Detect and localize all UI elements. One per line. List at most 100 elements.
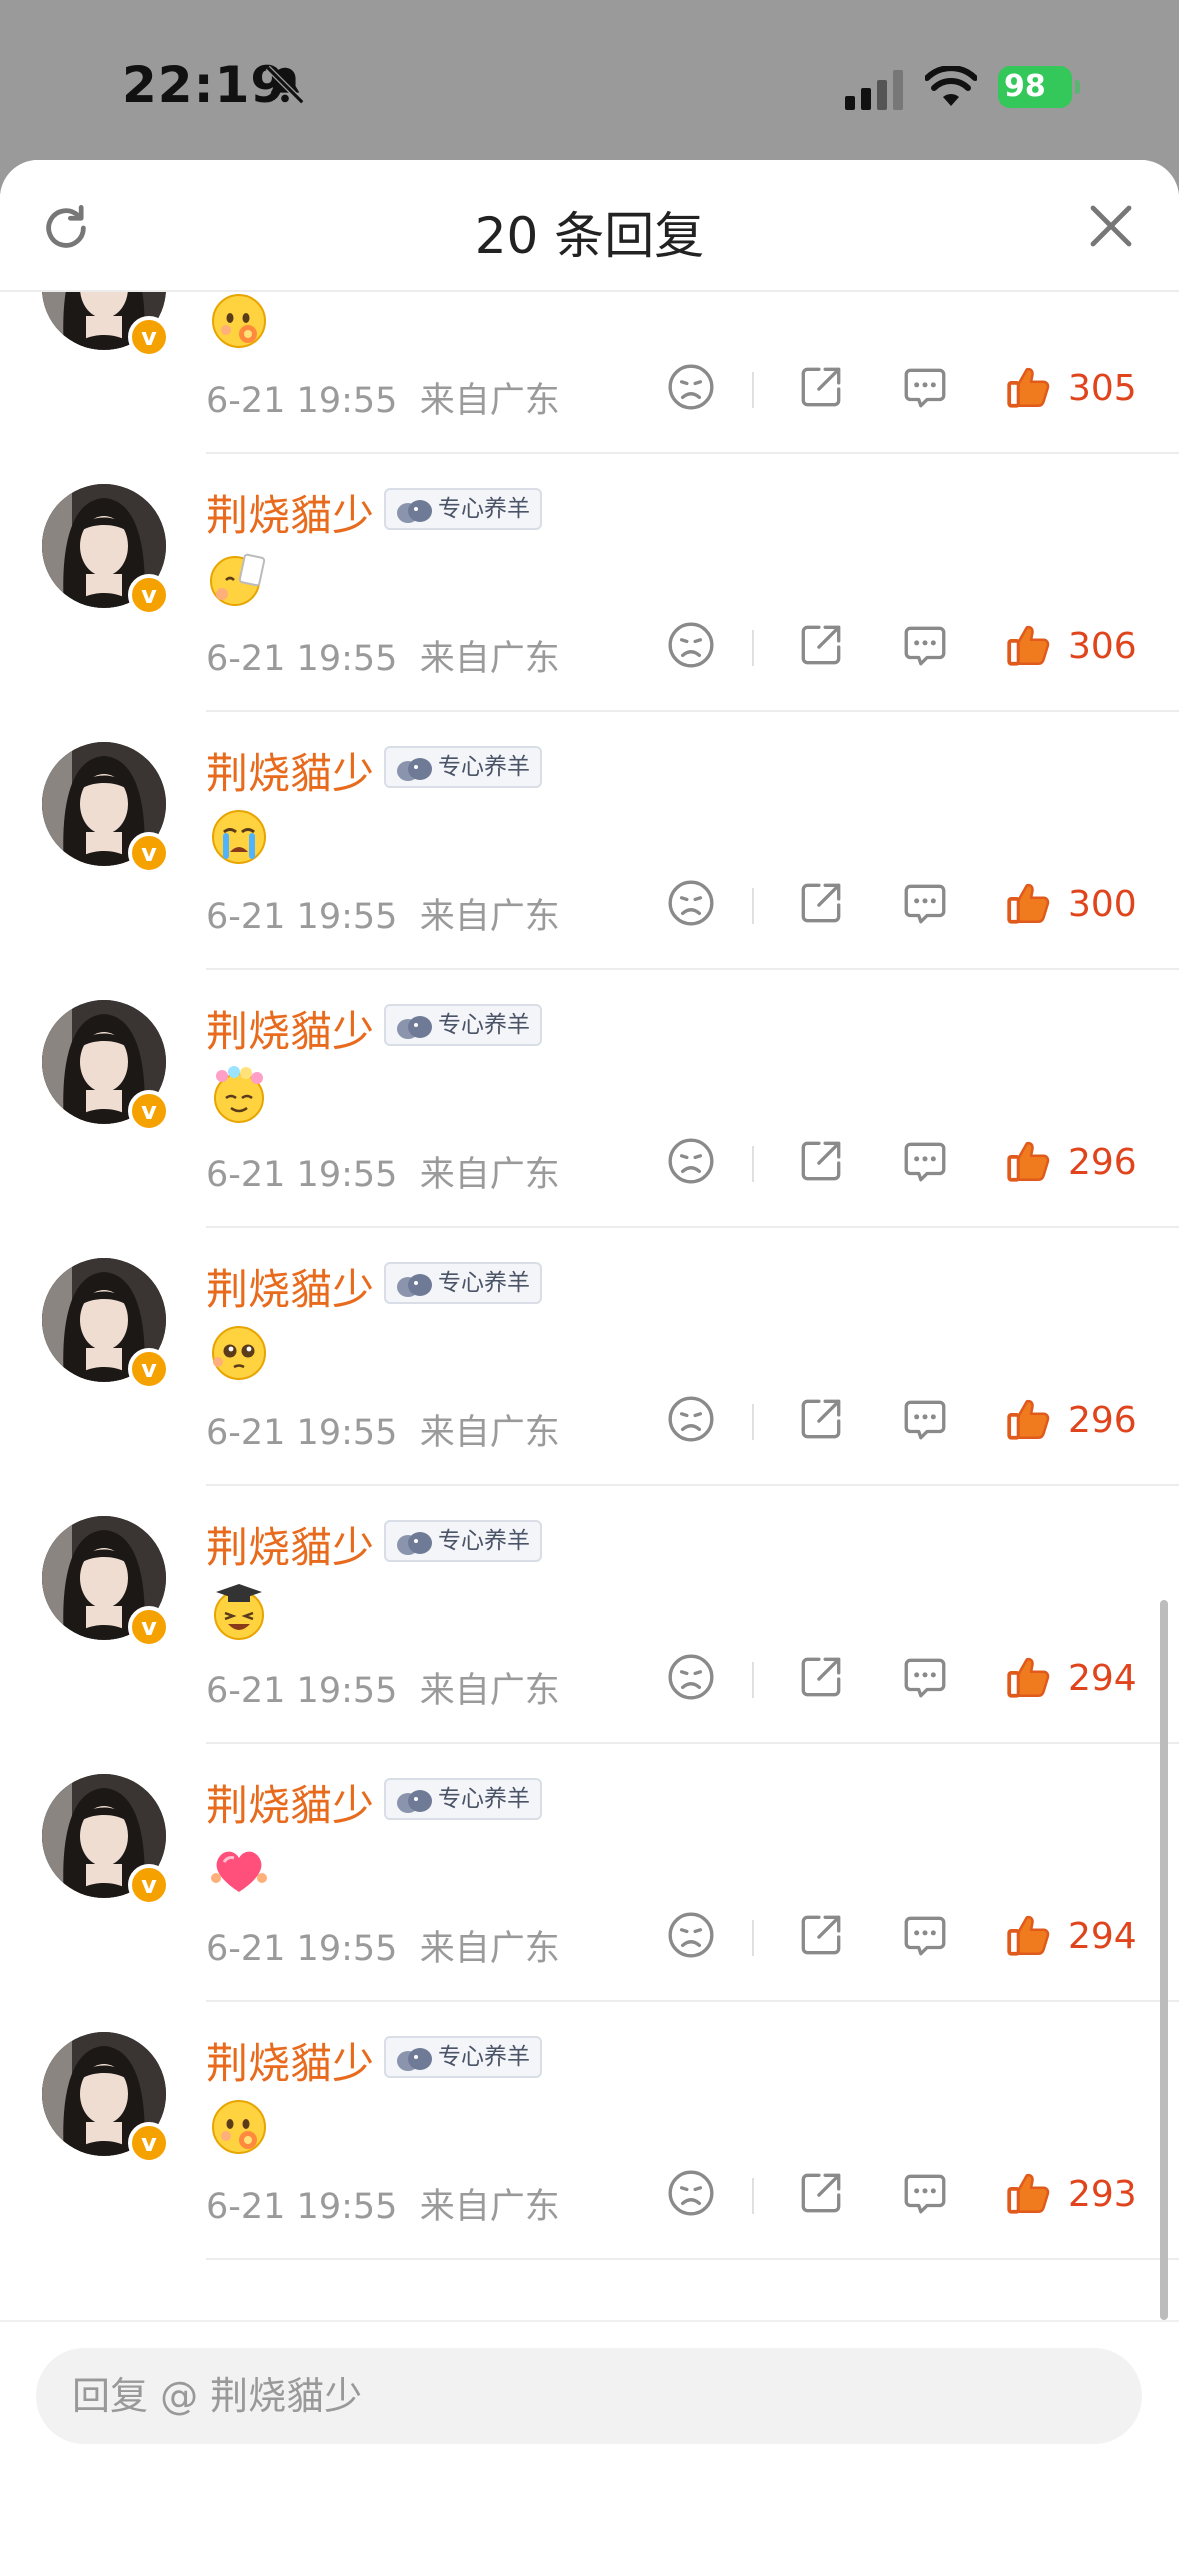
dislike-icon[interactable] <box>666 1910 716 1960</box>
thumbs-up-icon[interactable] <box>1004 1136 1054 1186</box>
dislike-icon[interactable] <box>666 1394 716 1444</box>
action-divider <box>752 888 754 924</box>
comment-icon[interactable] <box>900 620 950 670</box>
verified-badge-icon: v <box>128 2122 170 2164</box>
like-count: 296 <box>1068 1142 1137 1183</box>
dislike-icon[interactable] <box>666 2168 716 2218</box>
comment-time: 6-21 19:55 <box>206 1929 398 1969</box>
comment-meta: 6-21 19:55 来自广东 <box>206 372 560 423</box>
reply-bar: 回复 @ 荆烧貓少 <box>0 2320 1179 2556</box>
fan-badge[interactable]: 专心养羊 <box>384 488 542 530</box>
comment-icon[interactable] <box>900 1136 950 1186</box>
fan-badge-icon <box>397 1016 432 1039</box>
scrollbar[interactable] <box>1160 1600 1168 2320</box>
comment-meta: 6-21 19:55 来自广东 <box>206 888 560 939</box>
fan-badge-icon <box>397 758 432 781</box>
like-count: 296 <box>1068 1400 1137 1441</box>
comment-icon[interactable] <box>900 1394 950 1444</box>
comment-meta: 6-21 19:55 来自广东 <box>206 1920 560 1971</box>
verified-badge-icon: v <box>128 574 170 616</box>
share-icon[interactable] <box>796 1652 846 1702</box>
comment-icon[interactable] <box>900 1910 950 1960</box>
dislike-icon[interactable] <box>666 1136 716 1186</box>
comment-meta: 6-21 19:55 来自广东 <box>206 1404 560 1455</box>
comment-icon[interactable] <box>900 1652 950 1702</box>
dislike-icon[interactable] <box>666 362 716 412</box>
fan-badge-icon <box>397 1274 432 1297</box>
thumbs-up-icon[interactable] <box>1004 1394 1054 1444</box>
comment-time: 6-21 19:55 <box>206 1155 398 1195</box>
author-name[interactable]: 荆烧貓少 <box>206 1772 374 1833</box>
share-icon[interactable] <box>796 1394 846 1444</box>
fan-badge-icon <box>397 500 432 523</box>
fan-badge[interactable]: 专心养羊 <box>384 746 542 788</box>
like-count: 294 <box>1068 1658 1137 1699</box>
fan-badge[interactable]: 专心养羊 <box>384 1004 542 1046</box>
fan-badge-label: 专心养羊 <box>438 1012 530 1038</box>
emoji-flower-crown-icon <box>208 1064 270 1126</box>
share-icon[interactable] <box>796 1910 846 1960</box>
fan-badge-label: 专心养羊 <box>438 1786 530 1812</box>
fan-badge[interactable]: 专心养羊 <box>384 1262 542 1304</box>
share-icon[interactable] <box>796 362 846 412</box>
fan-badge-icon <box>397 1790 432 1813</box>
comment-time: 6-21 19:55 <box>206 897 398 937</box>
action-divider <box>752 1920 754 1956</box>
comment-icon[interactable] <box>900 362 950 412</box>
dislike-icon[interactable] <box>666 620 716 670</box>
emoji-crying-icon <box>208 806 270 868</box>
author-name[interactable]: 荆烧貓少 <box>206 2030 374 2091</box>
action-divider <box>752 630 754 666</box>
verified-badge-icon: v <box>128 1606 170 1648</box>
close-icon[interactable] <box>1087 202 1135 250</box>
author-name[interactable]: 荆烧貓少 <box>206 1514 374 1575</box>
comment-icon[interactable] <box>900 2168 950 2218</box>
emoji-holding-card-icon <box>208 548 270 610</box>
comment-item: v 荆烧貓少 专心养羊 6-21 19:55 来自广东 <box>0 2002 1179 2260</box>
share-icon[interactable] <box>796 620 846 670</box>
battery-level: 98 <box>998 66 1072 108</box>
comment-location: 来自广东 <box>419 1671 560 1711</box>
verified-badge-icon: v <box>128 1090 170 1132</box>
fan-badge[interactable]: 专心养羊 <box>384 1778 542 1820</box>
comment-time: 6-21 19:55 <box>206 381 398 421</box>
like-count: 293 <box>1068 2174 1137 2215</box>
like-count: 305 <box>1068 368 1137 409</box>
comment-meta: 6-21 19:55 来自广东 <box>206 1662 560 1713</box>
author-name[interactable]: 荆烧貓少 <box>206 998 374 1059</box>
thumbs-up-icon[interactable] <box>1004 620 1054 670</box>
action-divider <box>752 372 754 408</box>
comment-time: 6-21 19:55 <box>206 1413 398 1453</box>
comment-icon[interactable] <box>900 878 950 928</box>
status-bar: 22:19 98 <box>0 0 1179 160</box>
share-icon[interactable] <box>796 1136 846 1186</box>
thumbs-up-icon[interactable] <box>1004 2168 1054 2218</box>
sheet-title: 20 条回复 <box>474 207 705 265</box>
author-name[interactable]: 荆烧貓少 <box>206 740 374 801</box>
battery-indicator: 98 <box>998 66 1082 108</box>
row-divider <box>206 2258 1179 2260</box>
verified-badge-icon: v <box>128 1864 170 1906</box>
fan-badge-icon <box>397 2048 432 2071</box>
action-divider <box>752 1404 754 1440</box>
dislike-icon[interactable] <box>666 878 716 928</box>
dislike-icon[interactable] <box>666 1652 716 1702</box>
share-icon[interactable] <box>796 2168 846 2218</box>
thumbs-up-icon[interactable] <box>1004 1910 1054 1960</box>
reply-input[interactable]: 回复 @ 荆烧貓少 <box>36 2348 1142 2444</box>
replies-sheet: 20 条回复 v 荆烧貓少 专心养羊 <box>0 160 1179 2556</box>
author-name[interactable]: 荆烧貓少 <box>206 1256 374 1317</box>
fan-badge-icon <box>397 1532 432 1555</box>
fan-badge[interactable]: 专心养羊 <box>384 1520 542 1562</box>
author-name[interactable]: 荆烧貓少 <box>206 482 374 543</box>
thumbs-up-icon[interactable] <box>1004 878 1054 928</box>
thumbs-up-icon[interactable] <box>1004 362 1054 412</box>
battery-nub <box>1075 80 1080 94</box>
thumbs-up-icon[interactable] <box>1004 1652 1054 1702</box>
fan-badge[interactable]: 专心养羊 <box>384 2036 542 2078</box>
like-count: 306 <box>1068 626 1137 667</box>
comment-item: v 荆烧貓少 专心养羊 6-21 19:55 来自广东 <box>0 1744 1179 2002</box>
comment-item: v 荆烧貓少 专心养羊 6-21 19:55 来自广东 <box>0 1486 1179 1744</box>
share-icon[interactable] <box>796 878 846 928</box>
like-count: 300 <box>1068 884 1137 925</box>
